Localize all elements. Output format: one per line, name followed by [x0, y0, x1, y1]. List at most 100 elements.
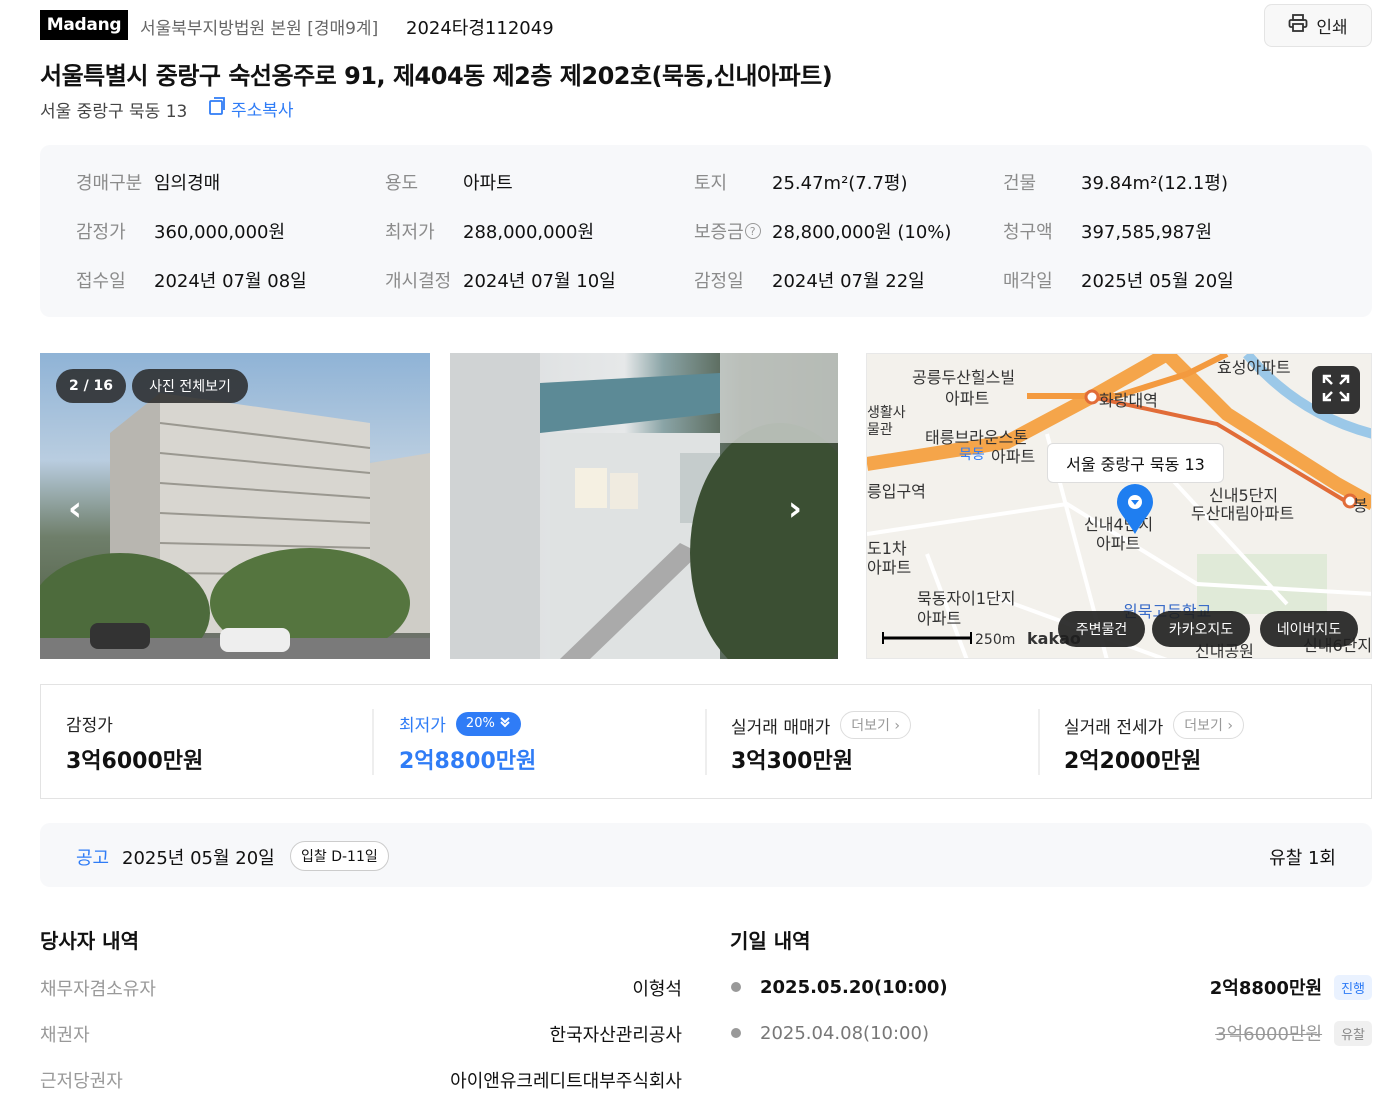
entrance-illustration — [450, 353, 838, 659]
discount-badge[interactable]: 20% — [455, 711, 521, 736]
info-label: 감정일 — [694, 271, 744, 292]
double-chevron-down-icon — [499, 716, 511, 732]
nearby-properties-button[interactable]: 주변물건 — [1058, 611, 1145, 647]
info-value: 아파트 — [463, 173, 513, 194]
minimum-label: 최저가 — [399, 716, 446, 736]
date-row: 2025.05.20(10:00) 2억8800만원 진행 — [730, 974, 1372, 1000]
jeonse-label: 실거래 전세가 — [1064, 717, 1164, 738]
info-label: 매각일 — [1003, 271, 1053, 292]
party-role: 채무자겸소유자 — [40, 979, 156, 1000]
info-sale-date: 매각일 2025년 05월 20일 — [1003, 267, 1234, 293]
parties-title: 당사자 내역 — [40, 929, 139, 953]
map-label: 화랑대역 — [1099, 391, 1158, 410]
fail-count: 유찰 1회 — [1269, 848, 1336, 869]
next-photo-icon[interactable]: › — [788, 489, 802, 529]
info-commencement: 개시결정 2024년 07월 10일 — [385, 267, 616, 293]
info-value: 2024년 07월 22일 — [772, 271, 925, 292]
info-appraisal-date: 감정일 2024년 07월 22일 — [694, 267, 925, 293]
sale-price: 2억8800만원 — [1209, 978, 1323, 999]
copy-icon — [207, 96, 227, 121]
dday-badge: 입찰 D-11일 — [290, 841, 389, 871]
more-label: 더보기 — [1184, 718, 1223, 734]
map-label: 효성아파트 — [1217, 358, 1291, 377]
info-value: 28,800,000원 (10%) — [772, 222, 952, 243]
map-label: 봉 — [1353, 496, 1368, 515]
sale-date: 2025.05.20(10:00) — [760, 976, 948, 998]
notice-date: 2025년 05월 20일 — [122, 848, 275, 869]
info-deposit: 보증금? 28,800,000원 (10%) — [694, 218, 951, 244]
naver-map-button[interactable]: 네이버지도 — [1260, 611, 1358, 647]
notice-bar: 공고 2025년 05월 20일 입찰 D-11일 유찰 1회 — [40, 823, 1372, 887]
fullscreen-icon — [1322, 374, 1350, 406]
divider — [1038, 709, 1040, 775]
divider — [372, 709, 374, 775]
discount-text: 20% — [465, 716, 495, 731]
copy-address-button[interactable]: 주소복사 — [207, 96, 294, 121]
sale-price: 3억6000만원 — [1215, 1024, 1323, 1045]
party-name: 아이앤유크레디트대부주식회사 — [450, 1071, 682, 1092]
info-value: 39.84m²(12.1평) — [1081, 173, 1228, 194]
view-all-photos-button[interactable]: 사진 전체보기 — [132, 369, 248, 403]
info-label: 청구액 — [1003, 222, 1053, 243]
timeline-dot-icon — [731, 982, 741, 992]
sub-address: 서울 중랑구 묵동 13 — [40, 102, 188, 122]
info-value: 397,585,987원 — [1081, 222, 1213, 243]
madang-logo[interactable]: Madang — [40, 10, 128, 40]
info-auction-type: 경매구분 임의경매 — [76, 169, 220, 195]
party-name: 한국자산관리공사 — [549, 1025, 682, 1046]
divider — [705, 709, 707, 775]
info-value: 임의경매 — [154, 173, 221, 194]
help-icon[interactable]: ? — [744, 223, 761, 239]
map-pin-icon[interactable] — [1116, 484, 1154, 540]
copy-address-label: 주소복사 — [231, 101, 294, 121]
price-summary-panel: 감정가 3억6000만원 최저가 20% 2억8800만원 실거래 매매가 더보… — [40, 684, 1372, 799]
map-callout: 서울 중랑구 묵동 13 — [1047, 443, 1224, 483]
map-label: 아파트 — [945, 389, 990, 408]
case-number: 2024타경112049 — [406, 18, 554, 39]
timeline-dot-icon — [731, 1028, 741, 1038]
price-value: 3억6000만원 — [66, 749, 204, 774]
info-label-text: 보증금 — [694, 222, 744, 243]
party-role: 근저당권자 — [40, 1071, 123, 1092]
info-label: 감정가 — [76, 222, 126, 243]
property-photo-2[interactable]: › — [450, 353, 838, 659]
dates-title: 기일 내역 — [730, 929, 811, 953]
property-photo-1[interactable]: 2 / 16 사진 전체보기 ‹ — [40, 353, 430, 659]
info-label: 용도 — [385, 173, 419, 194]
info-value: 288,000,000원 — [463, 222, 595, 243]
party-row: 근저당권자 아이앤유크레디트대부주식회사 — [40, 1067, 682, 1093]
party-name: 이형석 — [632, 979, 682, 1000]
map-label: 릉입구역 — [867, 482, 926, 501]
party-row: 채무자겸소유자 이형석 — [40, 975, 682, 1001]
party-row: 채권자 한국자산관리공사 — [40, 1021, 682, 1047]
trade-label: 실거래 매매가 — [731, 717, 831, 738]
map-scale: 250m — [975, 632, 1016, 648]
info-label: 토지 — [694, 173, 728, 194]
map-label: 두산대림아파트 — [1191, 504, 1295, 523]
party-role: 채권자 — [40, 1025, 90, 1046]
status-badge: 유찰 — [1334, 1020, 1372, 1046]
more-label: 더보기 — [851, 718, 890, 734]
map-label: 아파트 — [991, 447, 1036, 466]
status-badge: 진행 — [1334, 974, 1372, 1000]
price-label: 감정가 — [66, 716, 113, 736]
trade-more-button[interactable]: 더보기 › — [840, 711, 911, 739]
print-button[interactable]: 인쇄 — [1264, 4, 1372, 47]
info-label: 건물 — [1003, 173, 1037, 194]
price-label: 실거래 전세가 더보기 › — [1064, 711, 1244, 739]
kakao-map-button[interactable]: 카카오지도 — [1152, 611, 1250, 647]
printer-icon — [1288, 14, 1308, 37]
jeonse-more-button[interactable]: 더보기 › — [1173, 711, 1244, 739]
info-value: 360,000,000원 — [154, 222, 286, 243]
info-received: 접수일 2024년 07월 08일 — [76, 267, 307, 293]
info-value: 2024년 07월 10일 — [463, 271, 616, 292]
prev-photo-icon[interactable]: ‹ — [68, 489, 82, 529]
price-value: 2억2000만원 — [1064, 749, 1202, 774]
info-label: 보증금? — [694, 218, 772, 244]
info-value: 25.47m²(7.7평) — [772, 173, 908, 194]
photo-counter: 2 / 16 — [56, 369, 126, 403]
expand-map-button[interactable] — [1312, 366, 1360, 414]
location-map[interactable]: 공릉두산힐스빌 아파트 화랑대역 효성아파트 생활사 물관 태릉브라운스톤 묵동… — [866, 353, 1372, 659]
price-label: 최저가 20% — [399, 711, 521, 736]
info-minimum: 최저가 288,000,000원 — [385, 218, 594, 244]
